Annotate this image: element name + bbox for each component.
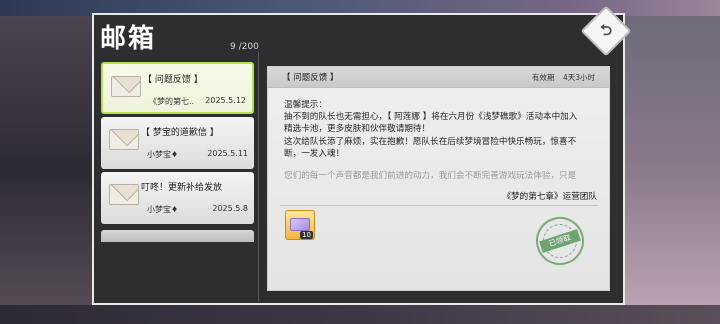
- attachment-item[interactable]: 10: [285, 210, 315, 240]
- mail-detail-title: 【 问题反馈 】: [282, 73, 339, 83]
- mail-body-line: 精选卡池，更多皮肤和伙伴敬请期待！: [284, 124, 431, 135]
- mail-body: 温馨提示： 抽不到的队长也无需担心，【 阿莲娜 】将在六月份《浅梦礁歌》活动本中…: [284, 99, 599, 160]
- background-right: [625, 16, 720, 324]
- return-arrow-icon[interactable]: ⮌: [596, 19, 616, 41]
- expiry-label: 有效期: [532, 73, 555, 82]
- page-title: 邮箱: [100, 24, 157, 54]
- ticket-icon: [290, 218, 310, 231]
- mail-signature: 《梦的第七章》运营团队: [502, 192, 597, 202]
- attachment-quantity: 10: [300, 231, 313, 239]
- mail-item-title: 叮咚！更新补给发放: [141, 183, 223, 193]
- mail-item-date: 2025.5.8: [212, 204, 248, 213]
- mail-detail: 【 问题反馈 】 有效期 4天3小时 温馨提示： 抽不到的队长也无需担心，【 阿…: [267, 66, 610, 291]
- claimed-stamp: 已领取: [529, 210, 591, 272]
- expiry-value: 4天3小时: [563, 73, 596, 82]
- envelope-icon: [109, 184, 139, 205]
- divider: [280, 205, 598, 206]
- mail-item-sender: 小梦宝♦: [147, 150, 179, 159]
- mail-body-line: 温馨提示：: [284, 100, 327, 110]
- envelope-icon: [109, 129, 139, 150]
- mail-body-line: 抽不到的队长也无需担心，【 阿莲娜 】将在六月份《浅梦礁歌》活动本中加入: [284, 112, 578, 123]
- background-left: [0, 16, 92, 324]
- envelope-icon: [111, 76, 141, 97]
- mail-count: 9 /200: [230, 42, 259, 52]
- mail-item-title: 【 梦宝的道歉信 】: [141, 128, 219, 138]
- mail-item-feedback[interactable]: 【 问题反馈 】 《梦的第七.. 2025.5.12: [101, 62, 254, 114]
- mail-item-date: 2025.5.11: [207, 149, 248, 158]
- mail-item-title: 【 问题反馈 】: [143, 75, 203, 85]
- mail-item-date: 2025.5.12: [205, 96, 246, 105]
- divider: [258, 52, 259, 302]
- mail-item-apology[interactable]: 【 梦宝的道歉信 】 小梦宝♦ 2025.5.11: [101, 117, 254, 169]
- background-bottom: [0, 305, 720, 324]
- mail-item-supply[interactable]: 叮咚！更新补给发放 小梦宝♦ 2025.5.8: [101, 172, 254, 224]
- mail-body-line: 这次给队长添了麻烦，实在抱歉！愿队长在后续梦境冒险中快乐畅玩，惊喜不: [284, 136, 577, 147]
- mail-detail-header: 【 问题反馈 】 有效期 4天3小时: [268, 67, 609, 88]
- mail-body-line: 断，一发入魂！: [284, 148, 345, 159]
- mail-item-sender: 小梦宝♦: [147, 205, 179, 214]
- mail-item-sender: 《梦的第七..: [149, 97, 195, 106]
- mail-body-faded: 您们的每一个声音都是我们前进的动力，我们会不断完善游戏玩法体验，只是: [284, 171, 577, 181]
- mail-item-partial[interactable]: [101, 230, 254, 242]
